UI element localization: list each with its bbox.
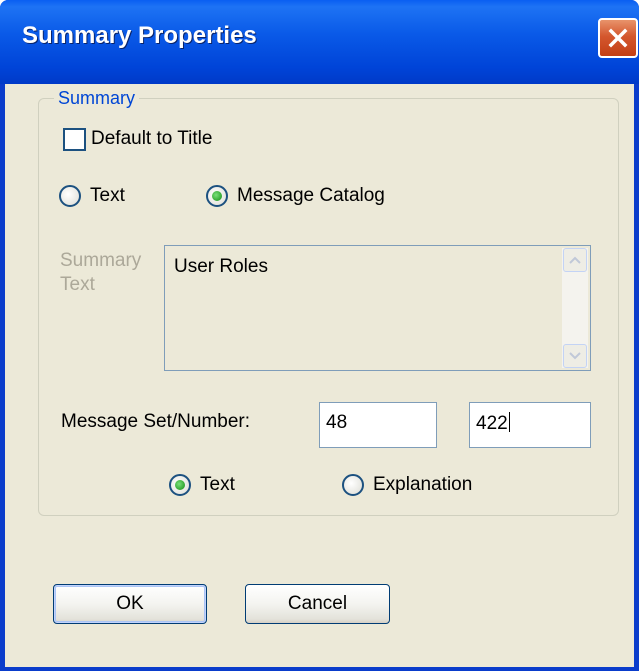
message-set-value: 48 — [326, 412, 348, 433]
summary-text-value: User Roles — [174, 256, 268, 277]
cancel-button[interactable]: Cancel — [245, 584, 390, 624]
summary-text-area[interactable]: User Roles — [164, 245, 591, 371]
scroll-up-button[interactable] — [563, 248, 587, 272]
source-text-label[interactable]: Text — [90, 185, 125, 207]
message-set-input[interactable]: 48 — [319, 402, 437, 448]
summary-text-label-line2: Text — [60, 274, 95, 295]
dialog-window: Summary Properties Summary Default to Ti… — [0, 0, 639, 671]
type-explanation-label[interactable]: Explanation — [373, 474, 472, 496]
close-button[interactable] — [598, 18, 638, 58]
type-explanation-radio[interactable] — [342, 474, 364, 496]
summary-text-scrollbar[interactable] — [562, 248, 588, 368]
ok-button[interactable]: OK — [53, 584, 207, 624]
text-caret — [508, 412, 510, 432]
scroll-up-icon — [569, 256, 581, 264]
message-number-input[interactable]: 422 — [469, 402, 591, 448]
dialog-title: Summary Properties — [22, 22, 257, 49]
source-text-radio[interactable] — [59, 185, 81, 207]
message-number-value: 422 — [476, 413, 508, 434]
source-message-catalog-label[interactable]: Message Catalog — [237, 185, 385, 207]
close-icon — [608, 28, 628, 48]
message-set-number-label: Message Set/Number: — [61, 411, 251, 432]
summary-group-label: Summary — [54, 84, 140, 112]
source-message-catalog-radio[interactable] — [206, 185, 228, 207]
title-bar[interactable]: Summary Properties — [0, 0, 639, 84]
type-text-radio[interactable] — [169, 474, 191, 496]
summary-text-label-line1: Summary — [60, 250, 142, 271]
scroll-down-icon — [569, 352, 581, 360]
default-to-title-checkbox[interactable] — [63, 128, 86, 151]
default-to-title-label[interactable]: Default to Title — [91, 128, 212, 150]
scroll-down-button[interactable] — [563, 344, 587, 368]
dialog-body: Summary Default to Title Text Message Ca… — [5, 84, 634, 667]
type-text-label[interactable]: Text — [200, 474, 235, 496]
